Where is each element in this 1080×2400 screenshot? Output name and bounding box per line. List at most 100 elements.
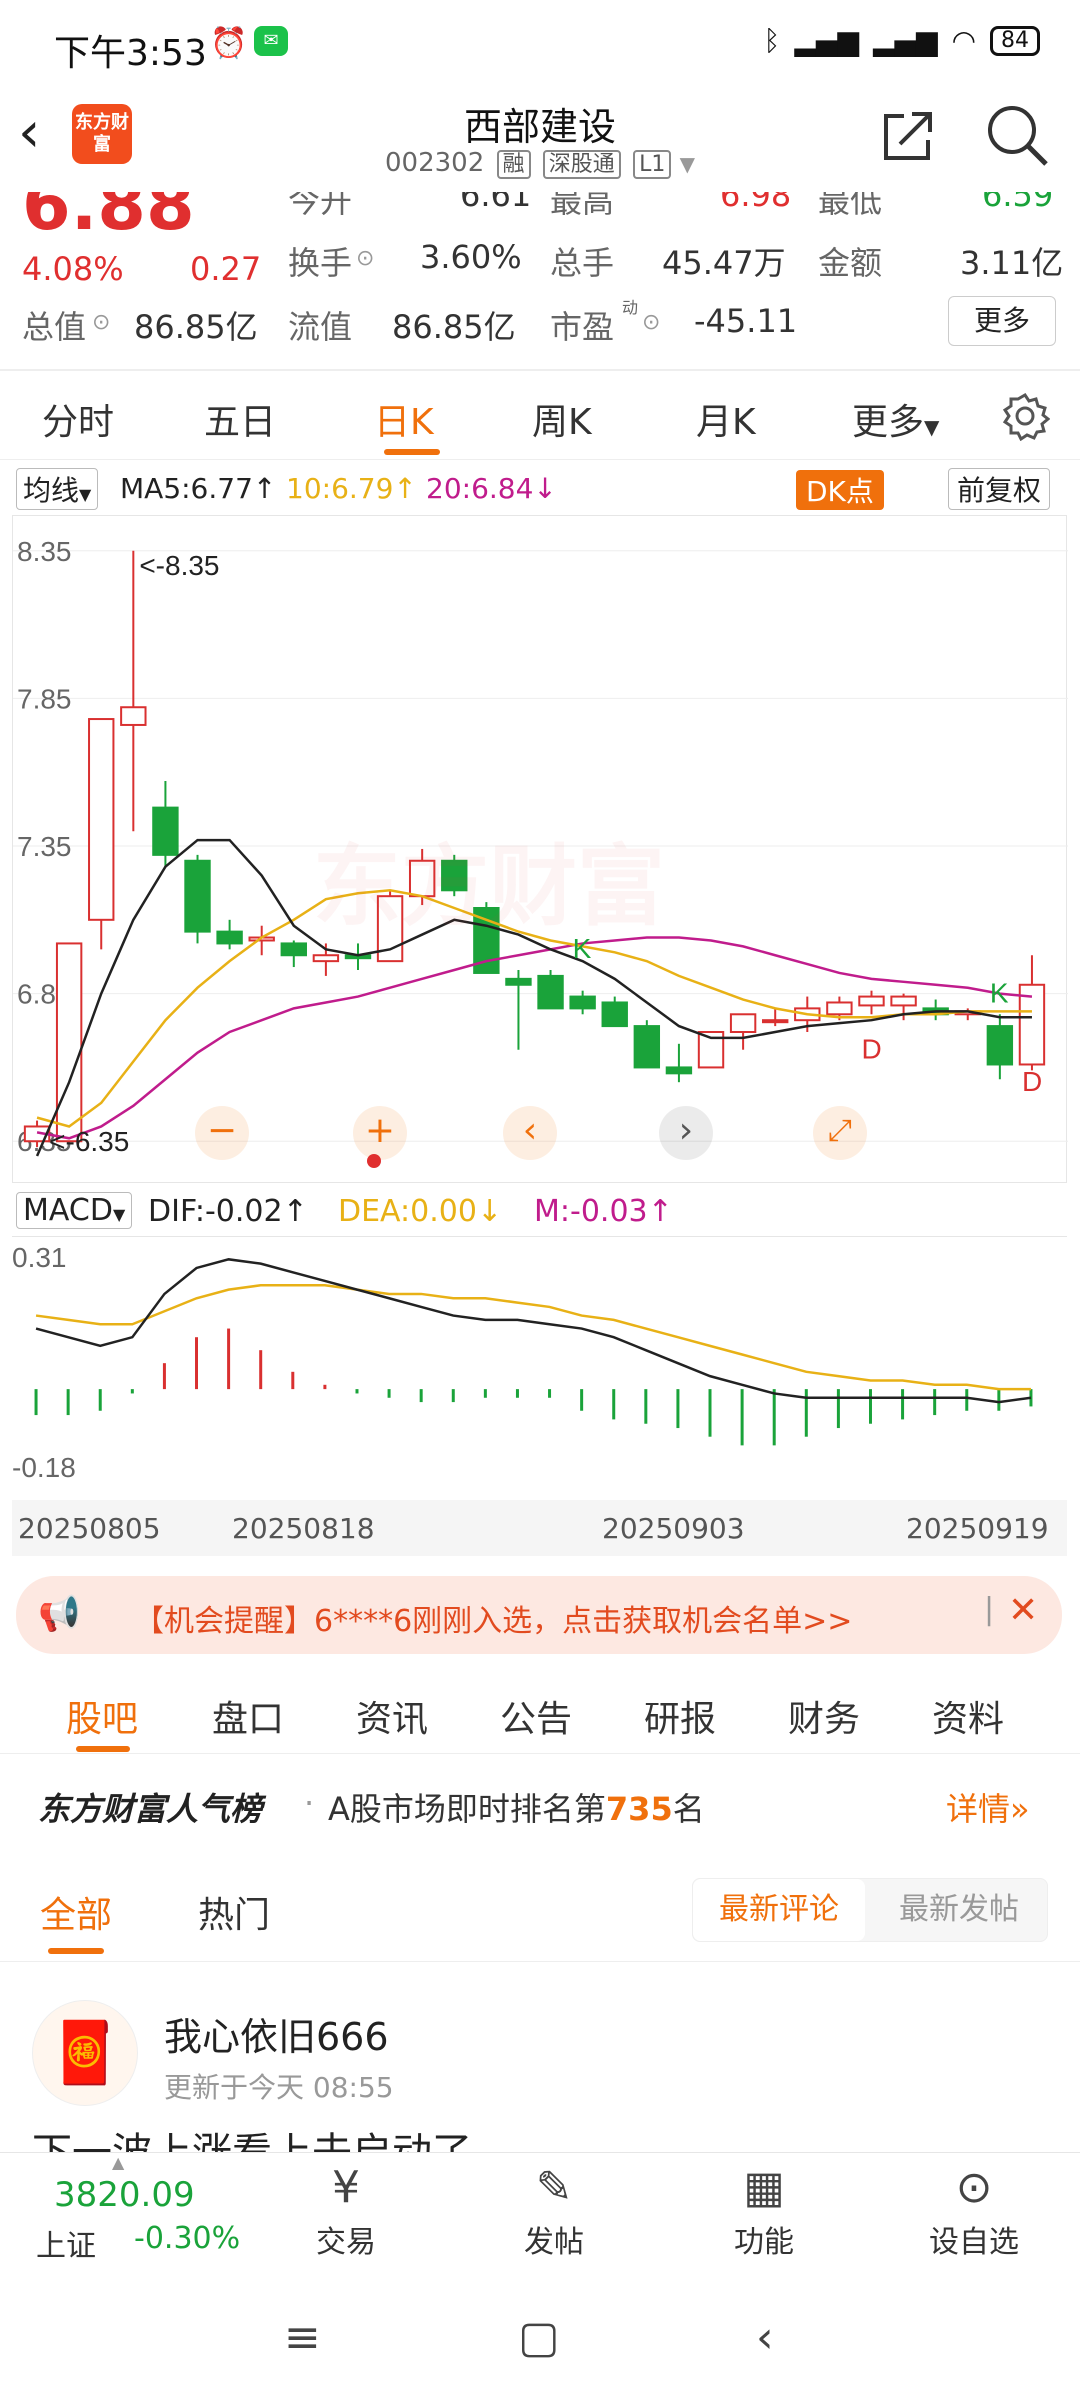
tab-news[interactable]: 资讯 (356, 1690, 428, 1742)
float-label: 流值 (288, 308, 353, 346)
ma-type-select[interactable]: 均线▼ (16, 468, 99, 510)
tab-monthly-k[interactable]: 月K (696, 393, 756, 445)
home-icon[interactable]: ▢ (518, 2312, 560, 2363)
post-username[interactable]: 我心依旧666 (164, 2006, 389, 2061)
pe-superscript: 动 (622, 298, 639, 317)
status-bar: 下午3:53 ⏰ ✉ ᛒ ▂▄▆ ▂▄▆ ◠ 84 (0, 0, 1080, 96)
post-button[interactable]: ✎ 发帖 (494, 2159, 614, 2261)
popularity-rank[interactable]: 东方财富人气榜 · A股市场即时排名第735名 详情» (0, 1766, 1080, 1842)
trade-button[interactable]: ¥ 交易 (286, 2159, 406, 2261)
index-value[interactable]: 3820.09 (54, 2175, 195, 2215)
open-value: 6.61 (460, 192, 532, 214)
tab-intraday[interactable]: 分时 (42, 393, 114, 445)
tag-connect: 深股通 (542, 150, 621, 179)
pe-label: 市盈 (550, 308, 615, 346)
low-label: 最低 (818, 192, 883, 220)
back-nav-icon[interactable]: ‹ (756, 2312, 774, 2363)
tab-all[interactable]: 全部 (40, 1886, 112, 1938)
change-percent: 4.08% (22, 250, 124, 288)
functions-button[interactable]: ▦ 功能 (704, 2159, 824, 2261)
info-icon-3[interactable]: ⊙ (642, 310, 660, 335)
avatar[interactable]: 🧧 (32, 2000, 138, 2106)
tab-finance[interactable]: 财务 (788, 1690, 860, 1742)
share-icon[interactable] (878, 106, 938, 166)
caret-down-icon: ▼ (924, 415, 940, 439)
low-annotation: <-6.35 (49, 1126, 129, 1157)
candle-body (729, 1013, 757, 1033)
search-icon[interactable] (984, 102, 1052, 170)
sort-latest-comment[interactable]: 最新评论 (693, 1879, 865, 1941)
more-button[interactable]: 更多 (948, 296, 1056, 346)
zoom-in-button[interactable]: + (353, 1106, 407, 1160)
watermark: 东方财富 (313, 835, 666, 938)
wifi-icon: ◠ (951, 24, 976, 57)
menu-icon[interactable]: ≡ (284, 2312, 321, 2363)
tab-more-label: 更多 (852, 402, 925, 443)
add-watchlist-button[interactable]: ⊙ 设自选 (914, 2159, 1034, 2261)
sort-latest-post[interactable]: 最新发帖 (873, 1879, 1045, 1941)
rank-text: A股市场即时排名第735名 (328, 1784, 705, 1830)
trade-icon: ¥ (332, 2162, 360, 2213)
dropdown-icon[interactable]: ▼ (680, 152, 695, 176)
ma10-text: 10:6.79 (286, 472, 394, 505)
zoom-out-button[interactable]: − (195, 1106, 249, 1160)
macd-select[interactable]: MACD▼ (16, 1192, 133, 1229)
high-value: 6.98 (720, 192, 792, 214)
candle-body (601, 1001, 628, 1028)
detail-link[interactable]: 详情» (946, 1784, 1030, 1830)
tab-research[interactable]: 研报 (644, 1690, 716, 1742)
mktcap-label: 总值 (22, 308, 87, 346)
info-icon-2[interactable]: ⊙ (92, 310, 110, 335)
tab-five-day[interactable]: 五日 (204, 393, 276, 445)
signal-label: D (861, 1034, 881, 1065)
ma20-value: 20:6.84↓ (426, 472, 557, 505)
candle-body (216, 930, 243, 945)
tab-profile[interactable]: 资料 (932, 1690, 1004, 1742)
macd-chart[interactable]: 0.31 -0.18 (12, 1236, 1067, 1484)
fullscreen-icon[interactable]: ⤢ (813, 1106, 867, 1160)
tab-pankou[interactable]: 盘口 (212, 1690, 284, 1742)
candle-body (890, 995, 917, 1007)
section-indicator (76, 1746, 130, 1752)
period-tabs: 分时 五日 日K 周K 月K 更多▼ (0, 370, 1080, 460)
post-label: 发帖 (524, 2225, 584, 2260)
stock-code: 002302 (384, 148, 485, 178)
tab-weekly-k[interactable]: 周K (532, 393, 592, 445)
info-icon[interactable]: ⊙ (356, 246, 374, 271)
post-item[interactable]: 🧧 我心依旧666 更新于今天 08:55 下一波上涨看上去启动了 (0, 1976, 1080, 2152)
banner-text[interactable]: 【机会提醒】6****6刚刚入选，点击获取机会名单>> (134, 1596, 852, 1640)
stock-header: ‹ 东方财富 西部建设 002302 融 深股通 L1 ▼ (0, 96, 1080, 196)
candle-body (312, 954, 340, 963)
candle-body (184, 859, 211, 933)
candle-body (152, 806, 179, 856)
candle-body (120, 706, 147, 726)
date-tick-4: 20250919 (906, 1512, 1049, 1545)
settings-gear-icon[interactable] (1000, 391, 1050, 441)
tab-daily-k[interactable]: 日K (374, 393, 434, 445)
post-content[interactable]: 下一波上涨看上去启动了 (32, 2120, 472, 2152)
macd-bottom-label: -0.18 (12, 1452, 76, 1483)
candle-body (762, 1019, 789, 1024)
candle-body (537, 974, 564, 1010)
bottom-toolbar: ▲ 3820.09 上证 -0.30% ¥ 交易 ✎ 发帖 ▦ 功能 ⊙ 设自选 (0, 2152, 1080, 2272)
tab-hot[interactable]: 热门 (198, 1886, 270, 1938)
signal-label: K (990, 977, 1009, 1008)
scroll-left-button[interactable]: ‹ (503, 1106, 557, 1160)
edit-icon: ✎ (535, 2162, 573, 2213)
tab-more[interactable]: 更多▼ (852, 393, 939, 445)
low-value: 6.59 (982, 192, 1054, 214)
scroll-right-button[interactable]: › (659, 1106, 713, 1160)
rank-brand: 东方财富人气榜 (38, 1790, 263, 1828)
close-icon[interactable]: ✕ (1008, 1590, 1038, 1631)
y-tick-label: 7.85 (17, 683, 72, 714)
dk-button[interactable]: DK点 (796, 470, 884, 510)
index-name[interactable]: 上证 (36, 2221, 96, 2265)
opportunity-banner[interactable]: 📢 【机会提醒】6****6刚刚入选，点击获取机会名单>> | ✕ (16, 1576, 1062, 1654)
kline-chart[interactable]: 8.357.857.356.856.35<-8.35<-6.35DDKK 东方财… (12, 515, 1068, 1183)
pe-value: -45.11 (694, 302, 798, 340)
macd-label: MACD (23, 1193, 113, 1228)
tab-guba[interactable]: 股吧 (66, 1690, 138, 1742)
adjust-button[interactable]: 前复权 (948, 468, 1051, 510)
macd-top-label: 0.31 (12, 1242, 67, 1273)
tab-announcements[interactable]: 公告 (500, 1690, 572, 1742)
